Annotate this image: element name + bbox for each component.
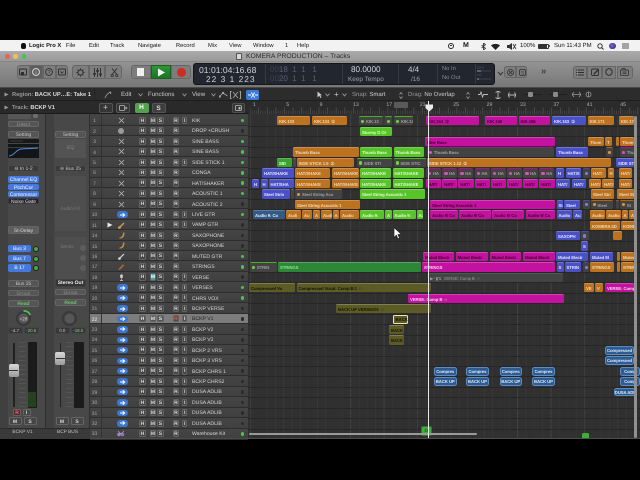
svg-text:i: i [35,70,36,76]
svg-text:+28: +28 [20,316,28,321]
svg-text:?: ? [47,70,50,76]
